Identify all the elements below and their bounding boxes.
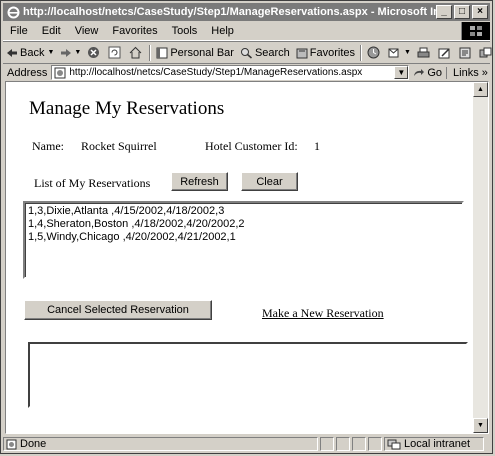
menu-bar: File Edit View Favorites Tools Help (3, 22, 490, 41)
name-label: Name: (32, 139, 64, 153)
address-bar: Address http://localhost/netcs/CaseStudy… (3, 63, 490, 81)
home-icon (129, 46, 142, 59)
refresh-browser-button[interactable] (105, 46, 126, 59)
minimize-button[interactable]: _ (436, 5, 452, 19)
reservations-list-label: List of My Reservations (34, 176, 151, 190)
personal-bar-icon (156, 47, 168, 58)
page-content: Manage My Reservations Name: Rocket Squi… (5, 81, 489, 434)
discuss-icon (459, 47, 471, 58)
ie-logo-icon (6, 5, 20, 19)
standard-toolbar: Back ▼ ▼ Personal Bar Search Favorites ▼ (3, 41, 492, 64)
favorites-icon (296, 48, 308, 58)
back-label: Back (20, 46, 45, 59)
edit-icon (438, 47, 450, 58)
browser-window: http://localhost/netcs/CaseStudy/Step1/M… (0, 0, 493, 454)
edit-button[interactable] (435, 47, 456, 59)
menu-help[interactable]: Help (204, 25, 241, 37)
back-arrow-icon (7, 48, 17, 57)
status-text-panel: Done (3, 437, 318, 451)
address-input[interactable]: http://localhost/netcs/CaseStudy/Step1/M… (51, 65, 410, 80)
status-panel (368, 437, 382, 451)
maximize-button[interactable]: □ (454, 5, 470, 19)
stop-button[interactable] (84, 46, 105, 59)
menu-favorites[interactable]: Favorites (105, 25, 164, 37)
messenger-icon (479, 47, 492, 57)
links-button[interactable]: Links » (446, 66, 488, 79)
back-button[interactable]: Back ▼ (3, 47, 57, 59)
menu-file[interactable]: File (3, 25, 35, 37)
page-done-icon (6, 439, 17, 449)
mail-button[interactable]: ▼ (385, 47, 414, 59)
customer-id-value: 1 (314, 139, 320, 153)
personal-bar-label: Personal Bar (170, 46, 234, 59)
status-text: Done (20, 438, 47, 450)
window-title: http://localhost/netcs/CaseStudy/Step1/M… (23, 6, 436, 18)
personal-bar-button[interactable]: Personal Bar (153, 47, 237, 59)
print-icon (417, 47, 430, 57)
home-button[interactable] (126, 46, 147, 59)
page-icon (54, 67, 66, 78)
menu-edit[interactable]: Edit (35, 25, 68, 37)
search-icon (240, 47, 252, 59)
go-button[interactable]: Go (409, 67, 446, 79)
zone-panel: Local intranet (384, 437, 484, 451)
title-bar: http://localhost/netcs/CaseStudy/Step1/M… (3, 3, 490, 21)
search-button[interactable]: Search (237, 47, 293, 59)
discuss-button[interactable] (456, 47, 476, 59)
mail-dropdown-icon[interactable]: ▼ (404, 49, 411, 56)
search-label: Search (254, 46, 290, 59)
reservations-listbox[interactable]: 1,3,Dixie,Atlanta ,4/15/2002,4/18/2002,3… (23, 201, 464, 279)
forward-button[interactable]: ▼ (57, 48, 84, 58)
refresh-button[interactable]: Refresh (171, 172, 228, 191)
go-label: Go (427, 66, 443, 79)
name-value: Rocket Squirrel (81, 139, 157, 153)
mail-icon (388, 48, 399, 57)
status-bar: Done Local intranet (3, 436, 490, 452)
vertical-scrollbar[interactable]: ▲ ▼ (473, 82, 488, 433)
stop-icon (88, 47, 100, 58)
list-item[interactable]: 1,4,Sheraton,Boston ,4/18/2002,4/20/2002… (28, 218, 459, 231)
history-icon (367, 46, 380, 59)
toolbar-separator (149, 44, 152, 61)
list-item[interactable]: 1,5,Windy,Chicago ,4/20/2002,4/21/2002,1 (28, 231, 459, 244)
forward-arrow-icon (61, 48, 72, 57)
customer-id-label: Hotel Customer Id: (205, 139, 298, 153)
windows-logo-icon (461, 22, 490, 40)
address-label: Address (7, 66, 48, 79)
close-button[interactable]: × (472, 5, 488, 19)
clear-button[interactable]: Clear (241, 172, 298, 191)
address-dropdown-icon[interactable]: ▼ (394, 66, 409, 79)
status-panel (336, 437, 350, 451)
print-button[interactable] (414, 47, 435, 59)
menu-tools[interactable]: Tools (165, 25, 205, 37)
toolbar-separator (360, 44, 363, 61)
scroll-down-button[interactable]: ▼ (473, 418, 488, 433)
messenger-button[interactable] (476, 47, 495, 59)
favorites-button[interactable]: Favorites (293, 47, 358, 59)
zone-label: Local intranet (404, 438, 471, 450)
favorites-label: Favorites (309, 46, 356, 59)
new-reservation-link[interactable]: Make a New Reservation (262, 306, 384, 321)
forward-dropdown-icon[interactable]: ▼ (74, 49, 81, 56)
page-title: Manage My Reservations (29, 98, 225, 119)
cancel-reservation-button[interactable]: Cancel Selected Reservation (24, 300, 212, 320)
intranet-icon (387, 439, 401, 449)
go-arrow-icon (414, 68, 425, 76)
links-label: Links (453, 66, 479, 79)
status-panel (320, 437, 334, 451)
scroll-up-button[interactable]: ▲ (473, 82, 488, 97)
history-button[interactable] (364, 46, 385, 59)
list-item[interactable]: 1,3,Dixie,Atlanta ,4/15/2002,4/18/2002,3 (28, 205, 459, 218)
message-panel (28, 342, 468, 408)
address-url: http://localhost/netcs/CaseStudy/Step1/M… (69, 67, 363, 78)
menu-view[interactable]: View (68, 25, 106, 37)
status-panel (352, 437, 366, 451)
refresh-icon (108, 46, 121, 59)
back-dropdown-icon[interactable]: ▼ (47, 49, 54, 56)
